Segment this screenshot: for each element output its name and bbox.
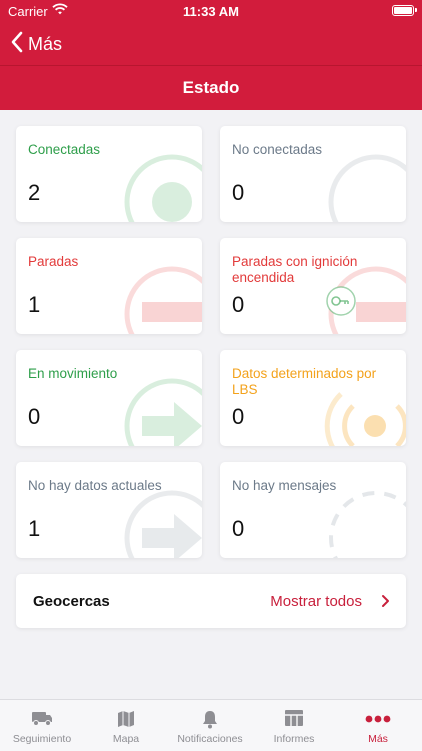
card-count: 0	[232, 404, 245, 429]
title-bar: Estado	[0, 66, 422, 110]
ignition-key-icon	[326, 266, 406, 334]
card-count: 0	[232, 292, 245, 317]
more-dots-icon	[336, 709, 420, 729]
card-label: En movimiento	[28, 366, 118, 381]
geofences-title: Geocercas	[33, 593, 110, 610]
tab-informes[interactable]: Informes	[252, 700, 336, 751]
status-card-connected[interactable]: Conectadas 2	[16, 126, 202, 222]
clock: 11:33 AM	[183, 4, 239, 19]
status-card-stopped-ignition-on[interactable]: Paradas con ignición encendida 0	[220, 238, 406, 334]
chevron-left-icon	[10, 31, 24, 58]
show-all-link[interactable]: Mostrar todos	[270, 593, 362, 610]
card-count: 0	[232, 516, 245, 541]
tab-mas[interactable]: Más	[336, 700, 420, 751]
tab-label: Informes	[273, 733, 315, 745]
disconnected-icon	[328, 154, 406, 222]
card-count: 0	[28, 404, 41, 429]
tab-label: Notificaciones	[177, 733, 243, 745]
tab-label: Seguimiento	[12, 733, 72, 745]
no-data-arrow-icon	[124, 490, 202, 558]
card-label: Paradas con ignición encendida	[232, 254, 358, 285]
status-card-no-current-data[interactable]: No hay datos actuales 1	[16, 462, 202, 558]
tab-bar: Seguimiento Mapa Notificaciones Informes	[0, 699, 422, 751]
card-count: 1	[28, 516, 41, 541]
back-button[interactable]: Más	[10, 30, 62, 58]
connected-icon	[124, 154, 202, 222]
page-title: Estado	[182, 78, 240, 97]
card-label: Paradas	[28, 254, 79, 269]
chevron-right-icon	[381, 594, 390, 613]
card-count: 2	[28, 180, 41, 205]
status-card-lbs[interactable]: Datos determinados por LBS 0	[220, 350, 406, 446]
truck-icon	[0, 709, 84, 729]
card-label: Datos determinados por LBS	[232, 366, 377, 397]
card-label: No hay mensajes	[232, 478, 337, 493]
moving-arrow-icon	[124, 378, 202, 446]
lbs-signal-icon	[324, 392, 406, 446]
tab-mapa[interactable]: Mapa	[84, 700, 168, 751]
tab-label: Más	[368, 733, 388, 745]
status-card-not-connected[interactable]: No conectadas 0	[220, 126, 406, 222]
map-icon	[84, 709, 168, 729]
reports-table-icon	[252, 709, 336, 729]
no-messages-dashed-icon	[329, 491, 406, 558]
stopped-icon	[124, 266, 202, 334]
back-label: Más	[28, 33, 63, 54]
tab-label: Mapa	[112, 733, 140, 745]
card-label: No conectadas	[232, 142, 323, 157]
status-card-no-messages[interactable]: No hay mensajes 0	[220, 462, 406, 558]
bell-icon	[168, 709, 252, 729]
status-card-stopped[interactable]: Paradas 1	[16, 238, 202, 334]
card-count: 0	[232, 180, 245, 205]
card-label: Conectadas	[28, 142, 101, 157]
geofences-row[interactable]: Geocercas Mostrar todos	[16, 574, 406, 628]
tab-seguimiento[interactable]: Seguimiento	[0, 700, 84, 751]
status-card-moving[interactable]: En movimiento 0	[16, 350, 202, 446]
navigation-bar: Más	[0, 22, 422, 66]
tab-notificaciones[interactable]: Notificaciones	[168, 700, 252, 751]
battery-icon	[392, 5, 417, 16]
status-bar: Carrier 11:33 AM	[0, 0, 422, 22]
card-label: No hay datos actuales	[28, 478, 162, 493]
card-count: 1	[28, 292, 41, 317]
